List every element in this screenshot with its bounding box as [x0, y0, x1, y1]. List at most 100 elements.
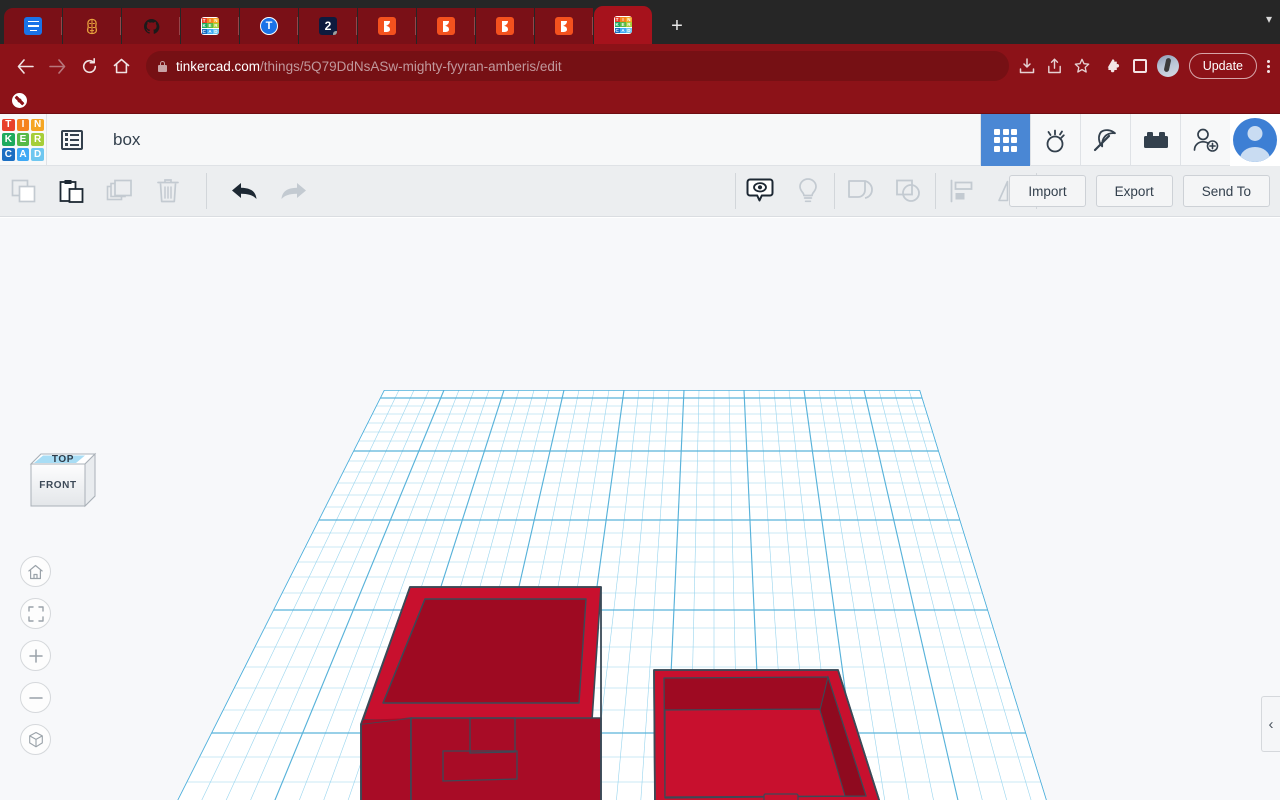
list-gallery-icon: [61, 129, 83, 150]
logo-tile: A: [16, 147, 30, 161]
tab-orange-1[interactable]: [358, 8, 416, 44]
gallery-button[interactable]: [47, 114, 97, 166]
orange-app-icon: [378, 17, 396, 35]
forward-button[interactable]: [42, 51, 72, 81]
update-button[interactable]: Update: [1188, 53, 1257, 79]
logo-tile: K: [2, 133, 15, 146]
view-cube[interactable]: TOP FRONT: [23, 450, 103, 532]
logo-tile: D: [31, 147, 44, 161]
github-icon: [142, 17, 160, 35]
logo-tile: T: [2, 118, 15, 132]
export-button[interactable]: Export: [1095, 175, 1173, 207]
address-bar[interactable]: tinkercad.com/things/5Q79DdNsASw-mighty-…: [146, 51, 1009, 81]
redo-button[interactable]: [269, 166, 317, 217]
zoom-in-button[interactable]: [20, 640, 51, 671]
logo-tile: C: [2, 147, 15, 161]
duplicate-button[interactable]: [96, 166, 144, 217]
pickaxe-icon: [1092, 127, 1120, 153]
side-panel-icon[interactable]: [1132, 59, 1147, 73]
tab-orange-3[interactable]: [476, 8, 534, 44]
send-to-button[interactable]: Send To: [1182, 175, 1270, 207]
new-tab-button[interactable]: +: [657, 8, 697, 44]
tab-2fa[interactable]: 2: [299, 8, 357, 44]
viewcube-front-label[interactable]: FRONT: [31, 474, 85, 496]
copy-button[interactable]: [0, 166, 48, 217]
app-header: T I N K E R C A D box: [0, 113, 1280, 166]
paste-button[interactable]: [48, 166, 96, 217]
group-button[interactable]: [837, 166, 885, 217]
tool-bricks[interactable]: [1130, 114, 1180, 166]
lock-icon: [158, 60, 167, 72]
tab-tinkercad-1[interactable]: TIN KER CAD: [181, 8, 239, 44]
home-view-button[interactable]: [20, 556, 51, 587]
zoom-out-button[interactable]: [20, 682, 51, 713]
show-hide-button[interactable]: [736, 166, 784, 217]
invite-person-icon: [1192, 127, 1219, 153]
file-actions: Import Export Send To: [1009, 175, 1270, 207]
back-button[interactable]: [10, 51, 40, 81]
reload-button[interactable]: [74, 51, 104, 81]
user-avatar[interactable]: [1230, 114, 1280, 166]
browser-toolbar: tinkercad.com/things/5Q79DdNsASw-mighty-…: [0, 44, 1280, 88]
update-label: Update: [1202, 59, 1243, 73]
orange-app-icon: [555, 17, 573, 35]
import-label: Import: [1028, 183, 1067, 199]
workplane-3d-scene[interactable]: Workplane: [0, 218, 1280, 800]
history-group: [221, 166, 317, 217]
edit-toolbar: Import Export Send To: [0, 166, 1280, 217]
tab-docs[interactable]: [4, 8, 62, 44]
tool-codeblocks[interactable]: [1030, 114, 1080, 166]
star-icon[interactable]: [1074, 58, 1090, 74]
browser-window: TIN KER CAD T 2 T I N K E R C A D + ▾ ti…: [0, 0, 1280, 114]
url-text: tinkercad.com/things/5Q79DdNsASw-mighty-…: [176, 59, 562, 74]
profile-avatar[interactable]: [1156, 55, 1179, 77]
tab-github[interactable]: [122, 8, 180, 44]
ungroup-button[interactable]: [885, 166, 933, 217]
grid-3x3-icon: [994, 128, 1017, 152]
divider: [206, 173, 207, 209]
tab-orange-4[interactable]: [535, 8, 593, 44]
tab-thingiverse[interactable]: T: [240, 8, 298, 44]
install-app-icon[interactable]: [1019, 58, 1035, 74]
lego-brick-icon: [1142, 130, 1170, 150]
send-to-label: Send To: [1201, 183, 1251, 199]
tool-minecraft[interactable]: [1080, 114, 1130, 166]
omnibox-actions: [1019, 58, 1092, 74]
tinkercad-logo[interactable]: T I N K E R C A D: [0, 117, 46, 163]
tinkercad-app: T I N K E R C A D box Import Export Send…: [0, 113, 1280, 800]
align-button[interactable]: [938, 166, 986, 217]
undo-button[interactable]: [221, 166, 269, 217]
globe-icon[interactable]: [12, 93, 27, 108]
logo-tile: I: [16, 118, 30, 132]
ortho-toggle-button[interactable]: [20, 724, 51, 755]
viewcube-top-label[interactable]: TOP: [40, 452, 86, 466]
browser-actions: Update: [1106, 53, 1270, 79]
orange-app-icon: [437, 17, 455, 35]
delete-button[interactable]: [144, 166, 192, 217]
note-button[interactable]: [784, 166, 832, 217]
tinkercad-icon: TIN KER CAD: [614, 16, 632, 34]
fit-view-button[interactable]: [20, 598, 51, 629]
design-canvas[interactable]: Workplane: [0, 218, 1280, 800]
export-label: Export: [1114, 183, 1154, 199]
kebab-menu-icon[interactable]: [1267, 59, 1270, 73]
tab-orange-2[interactable]: [417, 8, 475, 44]
navigation-tools: [20, 556, 51, 755]
logo-tile: R: [31, 133, 44, 146]
tab-search-chevron-down-icon[interactable]: ▾: [1266, 12, 1272, 26]
tool-3d-design[interactable]: [980, 114, 1030, 166]
tool-invite[interactable]: [1180, 114, 1230, 166]
home-button[interactable]: [106, 51, 136, 81]
bookmarks-bar: [0, 88, 1280, 114]
puzzle-piece-icon[interactable]: [1106, 58, 1123, 75]
thingiverse-icon: T: [260, 17, 278, 35]
tab-tinkercad-2[interactable]: TIN KER CAD: [594, 6, 652, 44]
view-group: [736, 166, 832, 217]
codeblocks-icon: [1042, 127, 1070, 154]
edit-group: [0, 166, 192, 217]
tab-brain[interactable]: [63, 8, 121, 44]
import-button[interactable]: Import: [1009, 175, 1086, 207]
share-icon[interactable]: [1047, 58, 1062, 74]
url-path: /things/5Q79DdNsASw-mighty-fyyran-amberi…: [260, 58, 562, 74]
panel-expand-handle[interactable]: ‹: [1261, 696, 1280, 752]
